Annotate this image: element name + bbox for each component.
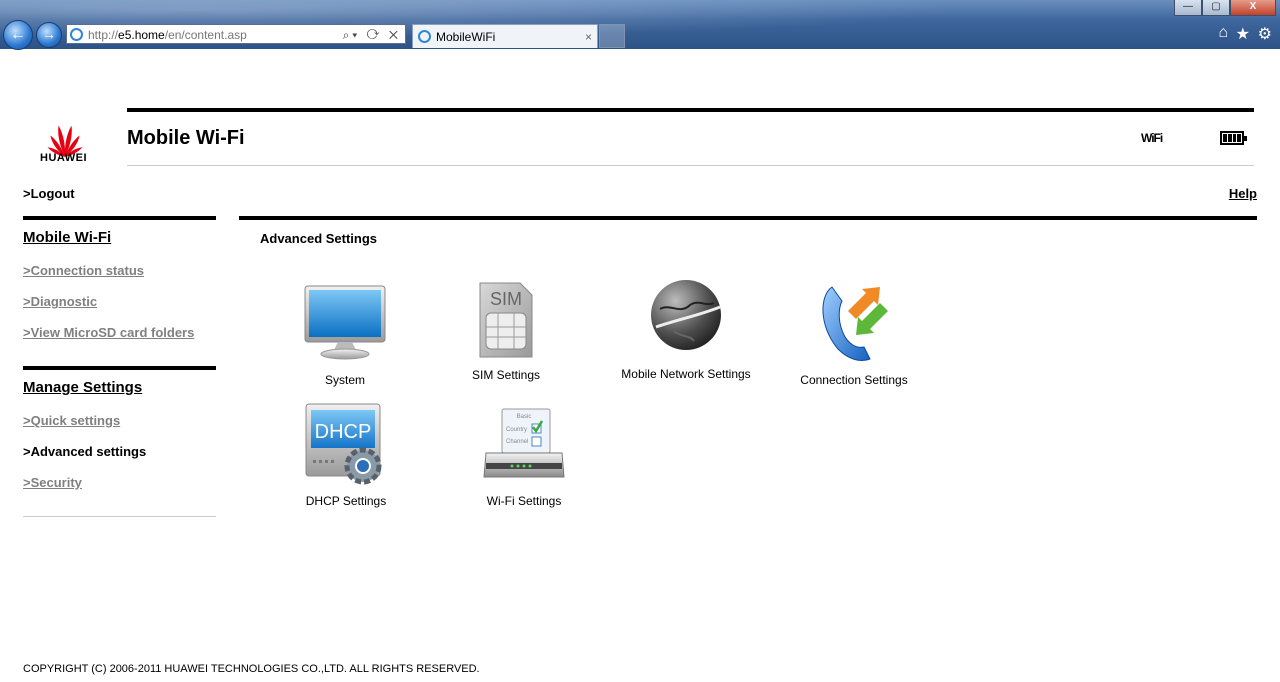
favorites-star-icon[interactable]: ★ bbox=[1236, 24, 1250, 44]
address-bar[interactable]: http://e5.home/en/content.asp ⌕▾ ⟳ ✕ bbox=[66, 24, 406, 44]
sidebar-item-advanced-settings[interactable]: >Advanced settings bbox=[23, 444, 146, 459]
forward-button[interactable]: → bbox=[36, 22, 62, 48]
tab-close-icon[interactable]: × bbox=[585, 26, 592, 48]
url-path: /en/content.asp bbox=[164, 28, 247, 42]
header-underline bbox=[127, 165, 1254, 166]
new-tab-button[interactable] bbox=[599, 24, 625, 48]
address-tools[interactable]: ⌕▾ ⟳ ✕ bbox=[343, 25, 401, 45]
window-controls: — ▢ X bbox=[1174, 0, 1276, 16]
tile-sim-settings[interactable]: SIM SIM Settings bbox=[472, 281, 540, 382]
sidebar-item-quick-settings[interactable]: >Quick settings bbox=[23, 413, 120, 428]
main-divider bbox=[239, 216, 1257, 220]
gear-icon[interactable]: ⚙ bbox=[1258, 24, 1272, 44]
sim-card-icon: SIM bbox=[479, 282, 533, 358]
address-url[interactable]: http://e5.home/en/content.asp bbox=[88, 25, 247, 45]
phone-arrows-icon bbox=[822, 286, 888, 362]
sidebar-item-connection-status[interactable]: >Connection status bbox=[23, 263, 144, 278]
section-title: Advanced Settings bbox=[260, 231, 378, 246]
sidebar-item-security[interactable]: >Security bbox=[23, 475, 82, 490]
router-icon-text-channel: Channel bbox=[506, 439, 528, 445]
help-link[interactable]: Help bbox=[1229, 186, 1257, 201]
sidebar-section-mobile-wifi[interactable]: Mobile Wi-Fi bbox=[23, 229, 111, 246]
tile-label: Connection Settings bbox=[800, 373, 908, 387]
sidebar-item-diagnostic[interactable]: >Diagnostic bbox=[23, 294, 97, 309]
tile-mobile-network-settings[interactable]: Mobile Network Settings bbox=[621, 279, 751, 381]
header-divider bbox=[127, 108, 1254, 112]
sidebar-divider bbox=[23, 366, 216, 370]
tab-mobilewifi[interactable]: MobileWiFi × bbox=[412, 24, 598, 48]
monitor-icon bbox=[304, 285, 386, 360]
router-icon-text-country: Country bbox=[506, 427, 527, 433]
tile-label: Mobile Network Settings bbox=[621, 367, 751, 381]
globe-icon bbox=[651, 280, 721, 350]
tile-system[interactable]: System bbox=[304, 284, 386, 387]
sidebar-section-manage-settings[interactable]: Manage Settings bbox=[23, 379, 142, 396]
sidebar-divider bbox=[23, 216, 216, 220]
logout-link[interactable]: >Logout bbox=[23, 186, 75, 201]
tile-connection-settings[interactable]: Connection Settings bbox=[800, 285, 908, 387]
home-icon[interactable]: ⌂ bbox=[1218, 24, 1228, 42]
sidebar-bottom-divider bbox=[23, 516, 216, 517]
dhcp-server-icon: DHCP bbox=[305, 403, 382, 485]
tile-label: Wi-Fi Settings bbox=[486, 494, 562, 508]
page-title: Mobile Wi-Fi bbox=[127, 127, 245, 149]
url-prefix: http:// bbox=[88, 28, 119, 42]
close-window-button[interactable]: X bbox=[1230, 0, 1276, 16]
ie-icon bbox=[70, 28, 83, 41]
router-icon: Basic Country Channel bbox=[483, 408, 565, 478]
minimize-button[interactable]: — bbox=[1174, 0, 1202, 16]
battery-icon bbox=[1220, 131, 1247, 145]
sim-icon-text: SIM bbox=[490, 289, 522, 309]
tab-title: MobileWiFi bbox=[436, 30, 496, 44]
ie-icon bbox=[418, 30, 431, 43]
footer-copyright: COPYRIGHT (C) 2006-2011 HUAWEI TECHNOLOG… bbox=[23, 663, 480, 675]
wifi-status-icon: WiFi bbox=[1141, 131, 1163, 145]
url-host: e5.home bbox=[118, 28, 165, 42]
browser-toolbar: ← → http://e5.home/en/content.asp ⌕▾ ⟳ ✕… bbox=[0, 0, 1280, 50]
tile-wifi-settings[interactable]: Basic Country Channel Wi-Fi Settings bbox=[482, 407, 566, 508]
sidebar-item-microsd[interactable]: >View MicroSD card folders bbox=[23, 325, 194, 340]
dhcp-icon-text: DHCP bbox=[315, 421, 372, 443]
tile-label: SIM Settings bbox=[471, 368, 541, 382]
tile-label: DHCP Settings bbox=[305, 494, 387, 508]
router-icon-text-basic: Basic bbox=[517, 414, 532, 420]
brand-name: HUAWEI bbox=[40, 152, 87, 164]
back-button[interactable]: ← bbox=[3, 20, 33, 50]
tile-dhcp-settings[interactable]: DHCP DHCP Settings bbox=[305, 402, 387, 508]
tile-label: System bbox=[324, 373, 365, 387]
maximize-button[interactable]: ▢ bbox=[1202, 0, 1230, 16]
